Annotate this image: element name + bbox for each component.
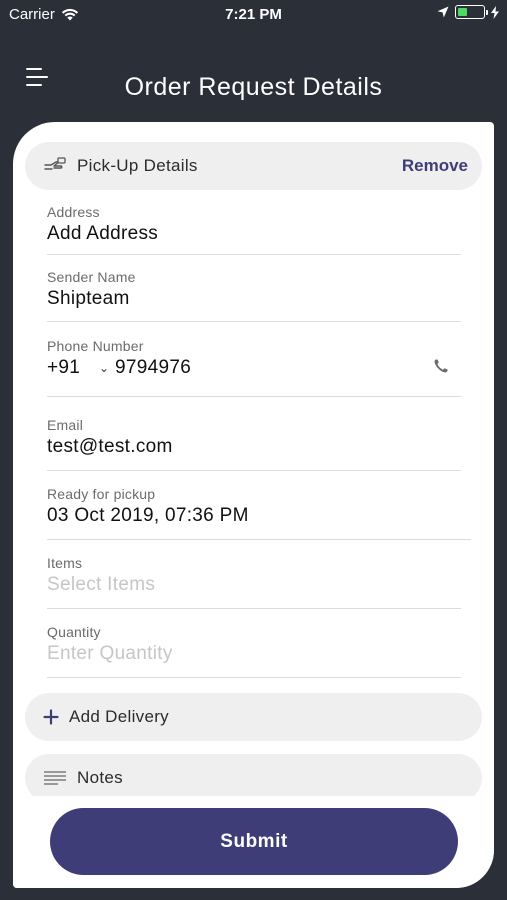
phone-row: +91 ⌄ 9794976 [47, 357, 461, 379]
email-value[interactable]: test@test.com [47, 436, 461, 458]
quantity-placeholder[interactable]: Enter Quantity [47, 643, 461, 665]
add-delivery-label: Add Delivery [69, 707, 169, 726]
divider [47, 396, 461, 397]
divider [47, 470, 461, 471]
address-label: Address [47, 204, 100, 220]
ready-for-pickup-field[interactable]: Ready for pickup 03 Oct 2019, 07:36 PM [47, 486, 471, 540]
order-card: Pick-Up Details Remove Address Add Addre… [13, 122, 494, 888]
phone-icon[interactable] [433, 358, 449, 374]
sender-name-field[interactable]: Sender Name Shipteam [47, 269, 461, 322]
items-field[interactable]: Items Select Items [47, 555, 461, 609]
phone-number-field[interactable]: Phone Number +91 ⌄ 9794976 [47, 338, 461, 397]
notes-label: Notes [77, 768, 123, 787]
charging-bolt-icon [491, 5, 499, 19]
status-right [437, 5, 499, 19]
battery-icon [455, 5, 488, 19]
phone-number-label: Phone Number [47, 338, 144, 354]
status-bar: Carrier 7:21 PM [0, 0, 507, 30]
divider [47, 677, 461, 678]
items-placeholder[interactable]: Select Items [47, 574, 461, 596]
page-title: Order Request Details [124, 73, 383, 101]
status-time: 7:21 PM [225, 6, 282, 23]
navigation-bar: Order Request Details [0, 58, 507, 118]
email-field[interactable]: Email test@test.com [47, 417, 461, 471]
address-value[interactable]: Add Address [47, 223, 461, 245]
notes-section[interactable]: Notes [25, 754, 482, 802]
email-label: Email [47, 417, 84, 433]
submit-button[interactable]: Submit [50, 808, 458, 875]
notes-lines-icon [44, 771, 66, 785]
ready-for-pickup-value[interactable]: 03 Oct 2019, 07:36 PM [47, 505, 461, 527]
address-field[interactable]: Address Add Address [47, 204, 461, 255]
add-delivery-button[interactable]: Add Delivery [25, 693, 482, 741]
country-code-value[interactable]: +91 [47, 357, 99, 379]
items-label: Items [47, 555, 83, 571]
location-arrow-icon [437, 6, 449, 18]
divider [47, 321, 461, 322]
divider [47, 539, 471, 540]
sender-name-value[interactable]: Shipteam [47, 288, 461, 310]
pickup-details-title: Pick-Up Details [77, 156, 198, 175]
pickup-details-header: Pick-Up Details Remove [25, 142, 482, 190]
divider [47, 608, 461, 609]
phone-number-value[interactable]: 9794976 [115, 357, 191, 379]
quantity-label: Quantity [47, 624, 101, 640]
ready-for-pickup-label: Ready for pickup [47, 486, 156, 502]
pickup-hand-icon [44, 157, 66, 170]
sender-name-label: Sender Name [47, 269, 136, 285]
plus-icon [43, 709, 59, 725]
divider [47, 254, 461, 255]
remove-button[interactable]: Remove [402, 156, 468, 176]
quantity-field[interactable]: Quantity Enter Quantity [47, 624, 461, 678]
chevron-down-icon[interactable]: ⌄ [99, 361, 115, 375]
